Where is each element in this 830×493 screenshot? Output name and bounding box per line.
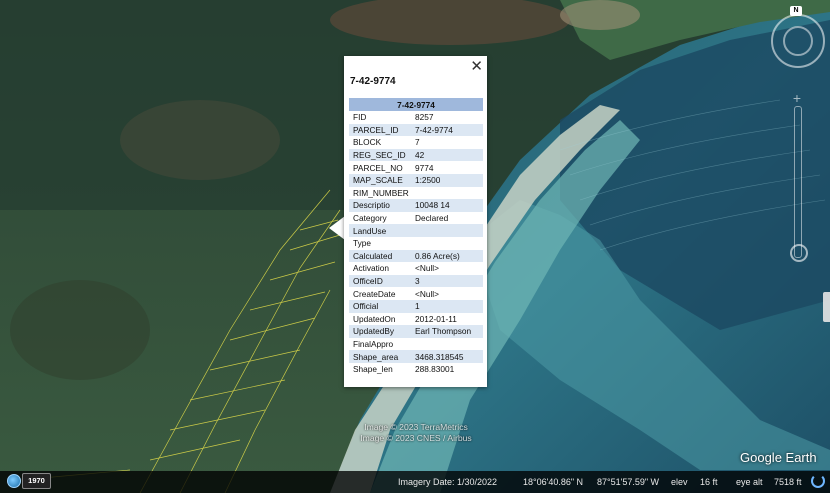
attribute-row: PARCEL_NO 9774	[349, 161, 483, 174]
attribute-row: MAP_SCALE 1:2500	[349, 173, 483, 187]
attribute-value: Declared	[415, 213, 449, 224]
balloon-title: 7-42-9774	[350, 76, 396, 87]
attribute-row: Type	[349, 237, 483, 250]
imagery-attribution: Image © 2023 TerraMetrics Image © 2023 C…	[350, 422, 482, 444]
attribute-value: Earl Thompson	[411, 325, 483, 338]
attribute-key: Activation	[353, 263, 389, 274]
attribute-key: Shape_len	[353, 364, 393, 375]
zoom-slider-handle[interactable]	[790, 244, 808, 262]
attribute-row: RIM_NUMBER	[349, 187, 483, 200]
historical-imagery-year-badge[interactable]: 1970	[22, 473, 51, 489]
attribute-value: 7-42-9774	[411, 123, 483, 137]
loading-icon	[811, 474, 825, 488]
status-bar: Imagery Date: 1/30/2022 18°06'40.86" N 8…	[0, 471, 830, 493]
attribute-value: <Null>	[415, 263, 439, 274]
google-earth-logo: Google Earth	[740, 450, 817, 465]
attribute-key: PARCEL_NO	[353, 162, 403, 173]
attribute-key: Calculated	[349, 249, 411, 263]
attribute-row: PARCEL_ID 7-42-9774	[349, 123, 483, 137]
attribute-row: REG_SEC_ID 42	[349, 148, 483, 162]
attribute-key: LandUse	[349, 224, 411, 237]
attribute-key: UpdatedOn	[353, 313, 396, 324]
attribute-key: Official	[349, 299, 411, 313]
longitude-readout: 87°51'57.59" W	[597, 477, 660, 487]
balloon-pointer	[329, 216, 345, 240]
attribute-key: CreateDate	[353, 288, 396, 299]
attribute-row: Official 1	[349, 299, 483, 313]
zoom-in-icon[interactable]: +	[789, 90, 805, 106]
attribute-row: Category Declared	[349, 212, 483, 225]
north-button[interactable]: N	[790, 6, 802, 16]
attribute-row: Shape_area 3468.318545	[349, 350, 483, 363]
attribute-key: Shape_area	[349, 350, 411, 363]
attribute-row: UpdatedBy Earl Thompson	[349, 325, 483, 338]
attribute-row: Calculated 0.86 Acre(s)	[349, 249, 483, 263]
attribution-line-1: Image © 2023 TerraMetrics	[364, 422, 468, 432]
zoom-slider-track[interactable]	[794, 106, 802, 258]
attribute-value: 10048 14	[411, 199, 483, 212]
attribute-row: Shape_len 288.83001	[349, 363, 483, 376]
attribute-value: 2012-01-11	[415, 313, 457, 324]
attribute-row: UpdatedOn 2012-01-11	[349, 313, 483, 326]
attribute-row: Descriptio 10048 14	[349, 199, 483, 212]
latitude-readout: 18°06'40.86" N	[523, 477, 584, 487]
attribute-key: MAP_SCALE	[349, 173, 411, 187]
attribute-value: 42	[411, 148, 483, 162]
attribute-key: RIM_NUMBER	[353, 187, 409, 198]
attribute-key: PARCEL_ID	[349, 123, 411, 137]
attribute-row: FID 8257	[349, 111, 483, 124]
navigation-controls: N +	[768, 6, 828, 276]
attribute-value: 3468.318545	[411, 350, 483, 363]
attribute-row: FinalAppro	[349, 338, 483, 351]
attribute-value: 7	[415, 137, 420, 148]
attribute-table-header: 7-42-9774	[349, 98, 483, 111]
attribute-table-body: FID 8257 PARCEL_ID 7-42-9774 BLOCK 7 REG_SEC_I…	[349, 111, 483, 375]
attribute-row: BLOCK 7	[349, 136, 483, 149]
attribute-table: 7-42-9774 FID 8257 PARCEL_ID 7-42-9774 BLOCK…	[349, 98, 483, 375]
parcel-info-balloon: ✕ 7-42-9774 7-42-9774 FID 8257 PARCEL_ID 7-…	[344, 56, 487, 387]
elev-value: 16 ft	[700, 477, 718, 487]
globe-icon[interactable]	[7, 474, 21, 488]
attribute-value: 9774	[415, 162, 434, 173]
attribute-key: OfficeID	[349, 274, 411, 288]
attribute-row: Activation <Null>	[349, 262, 483, 275]
attribute-key: Type	[353, 238, 371, 249]
attribute-value	[411, 338, 483, 351]
eye-alt-value: 7518 ft	[774, 477, 802, 487]
attribute-key: UpdatedBy	[349, 325, 411, 338]
attribute-value: 1	[411, 299, 483, 313]
attribute-key: Category	[353, 213, 387, 224]
attribute-value: 3	[411, 274, 483, 288]
attribute-value: 0.86 Acre(s)	[411, 249, 483, 263]
attribute-row: LandUse	[349, 224, 483, 237]
elev-label: elev	[671, 477, 688, 487]
imagery-date: Imagery Date: 1/30/2022	[398, 477, 498, 487]
side-panel-handle[interactable]	[823, 292, 830, 322]
attribute-value: 1:2500	[411, 173, 483, 187]
attribute-value: 8257	[415, 112, 434, 123]
attribute-key: BLOCK	[353, 137, 382, 148]
satellite-map[interactable]: N + ✕ 7-42-9774 7-42-9774 FID 8257 PARCEL_…	[0, 0, 830, 493]
attribute-key: Descriptio	[349, 199, 411, 212]
attribute-value	[411, 237, 483, 250]
attribute-key: FinalAppro	[353, 338, 394, 349]
attribute-value: 288.83001	[415, 364, 455, 375]
attribute-key: FID	[353, 112, 367, 123]
look-joystick[interactable]	[783, 26, 813, 56]
attribution-line-2: Image © 2023 CNES / Airbus	[360, 433, 472, 443]
attribute-value: <Null>	[415, 288, 439, 299]
close-icon[interactable]: ✕	[470, 58, 483, 74]
attribute-value	[411, 224, 483, 237]
attribute-key: REG_SEC_ID	[349, 148, 411, 162]
attribute-row: CreateDate <Null>	[349, 287, 483, 300]
attribute-row: OfficeID 3	[349, 274, 483, 288]
attribute-value	[411, 187, 483, 200]
eye-alt-label: eye alt	[736, 477, 763, 487]
